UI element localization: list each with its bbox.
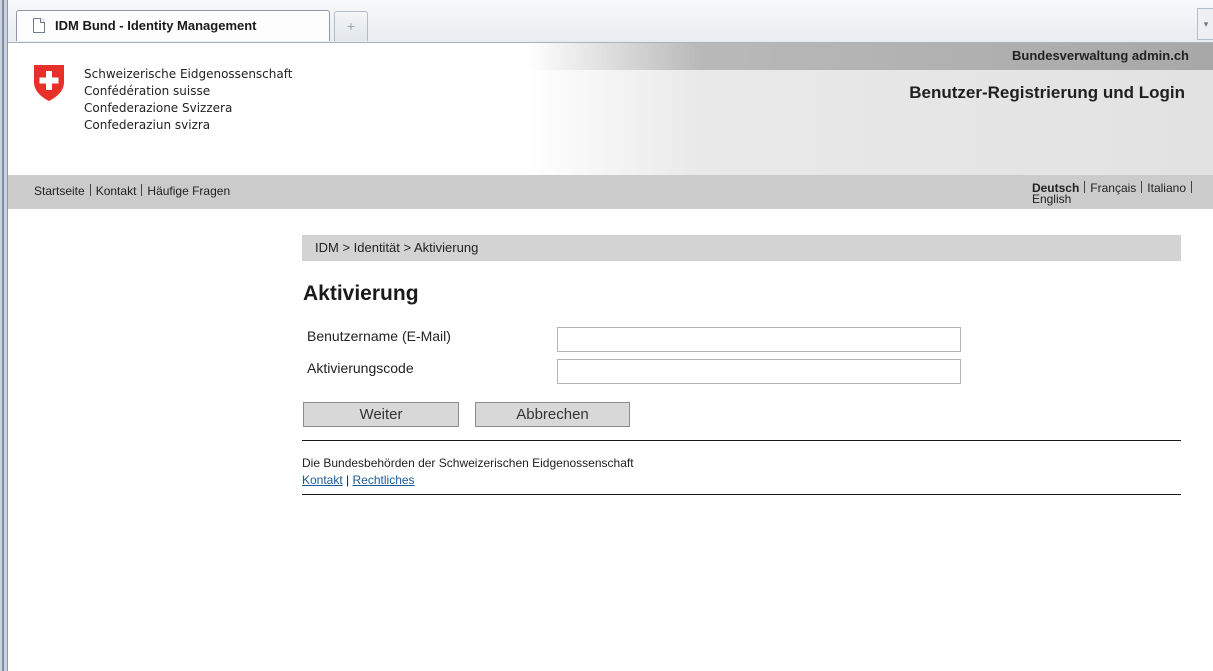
breadcrumb: IDM > Identität > Aktivierung (302, 235, 1181, 261)
main-nav: Startseite Kontakt Häufige Fragen (34, 184, 230, 198)
footer-divider-bottom (302, 494, 1181, 495)
lang-separator (1141, 181, 1143, 193)
site-title: Benutzer-Registrierung und Login (909, 83, 1185, 102)
footer-link-kontakt[interactable]: Kontakt (302, 473, 343, 487)
footer-link-separator: | (346, 473, 350, 487)
lang-separator (1084, 181, 1086, 193)
cancel-button[interactable]: Abbrechen (475, 402, 630, 427)
activation-code-label: Aktivierungscode (307, 360, 414, 376)
footer-divider-top (302, 440, 1181, 441)
page-icon (33, 18, 45, 33)
confederation-name-de: Schweizerische Eidgenossenschaft (84, 67, 293, 81)
language-switcher: Deutsch Français Italiano English (1032, 181, 1197, 205)
lang-english[interactable]: English (1032, 192, 1071, 206)
browser-tab-strip: IDM Bund - Identity Management + ▾ (8, 0, 1213, 43)
nav-faq[interactable]: Häufige Fragen (147, 184, 230, 198)
nav-separator (141, 184, 143, 196)
browser-tab[interactable]: IDM Bund - Identity Management (16, 10, 330, 41)
username-input[interactable] (557, 327, 961, 352)
lang-italiano[interactable]: Italiano (1147, 181, 1186, 195)
site-header: Bundesverwaltung admin.ch Benutzer-Regis… (8, 43, 1213, 175)
footer-link-rechtliches[interactable]: Rechtliches (353, 473, 415, 487)
tab-title: IDM Bund - Identity Management (55, 18, 257, 33)
confederation-name-rm: Confederaziun svizra (84, 118, 211, 132)
confederation-name-fr: Confédération suisse (84, 84, 211, 98)
lang-francais[interactable]: Français (1090, 181, 1136, 195)
breadcrumb-text: IDM > Identität > Aktivierung (315, 240, 479, 255)
tab-list-menu-icon[interactable]: ▾ (1197, 8, 1213, 40)
new-tab-button[interactable]: + (334, 11, 368, 41)
page-title: Aktivierung (303, 282, 419, 305)
confederation-name-it: Confederazione Svizzera (84, 101, 233, 115)
footer-links: Kontakt | Rechtliches (302, 473, 415, 487)
username-label: Benutzername (E-Mail) (307, 328, 451, 344)
window-frame-left (0, 0, 8, 671)
footer-text: Die Bundesbehörden der Schweizerischen E… (302, 456, 634, 470)
confederation-names: Schweizerische Eidgenossenschaft Confédé… (84, 66, 292, 134)
lang-separator (1191, 181, 1192, 193)
swiss-crest-icon (34, 65, 64, 101)
next-button[interactable]: Weiter (303, 402, 459, 427)
admin-ch-link[interactable]: Bundesverwaltung admin.ch (1012, 48, 1189, 63)
nav-startseite[interactable]: Startseite (34, 184, 85, 198)
activation-code-input[interactable] (557, 359, 961, 384)
main-nav-bar: Startseite Kontakt Häufige Fragen Deutsch F… (8, 175, 1213, 209)
nav-kontakt[interactable]: Kontakt (96, 184, 137, 198)
nav-separator (89, 184, 91, 196)
